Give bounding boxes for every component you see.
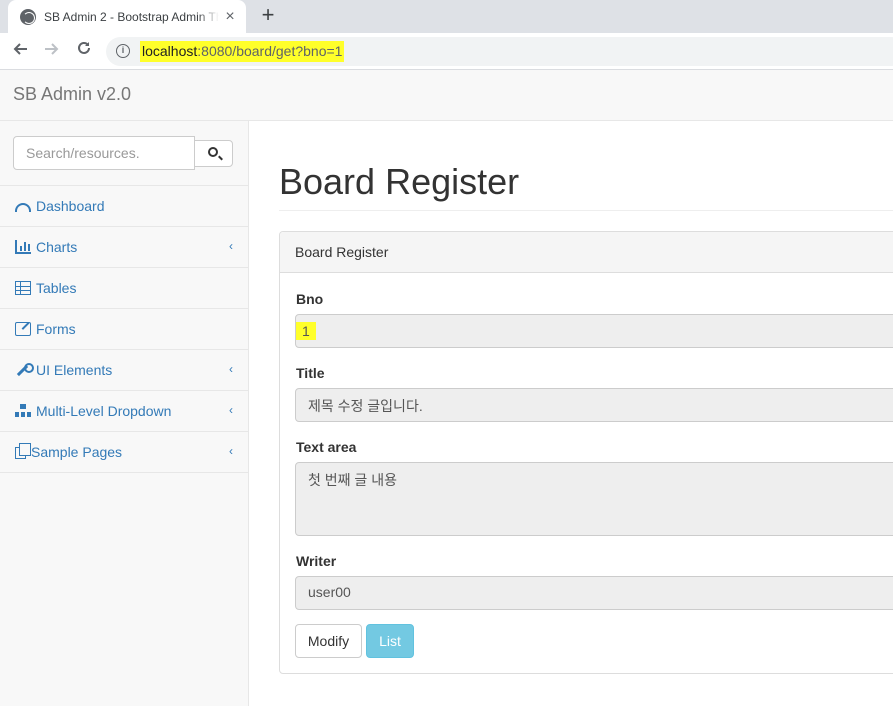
new-tab-button[interactable]: + — [257, 4, 279, 27]
sidebar-item-charts[interactable]: Charts ‹ — [0, 227, 248, 268]
info-icon[interactable]: i — [116, 44, 130, 58]
sitemap-icon — [15, 404, 31, 418]
chevron-left-icon: ‹ — [229, 239, 233, 253]
page-title: Board Register — [279, 161, 520, 202]
back-arrow-icon[interactable] — [8, 39, 32, 63]
sidebar-item-multi-level-dropdown[interactable]: Multi-Level Dropdown ‹ — [0, 391, 248, 432]
dashboard-icon — [15, 202, 31, 212]
files-icon — [15, 443, 31, 459]
bar-chart-icon — [15, 240, 31, 254]
sidebar-item-label: UI Elements — [36, 362, 113, 378]
sidebar: Dashboard Charts ‹ Tables Forms UI Eleme… — [0, 121, 249, 706]
address-bar[interactable]: i localhost:8080/board/get?bno=1 — [106, 37, 893, 66]
bno-field[interactable]: 1 — [295, 314, 893, 348]
writer-label: Writer — [296, 553, 337, 569]
browser-tab-strip: SB Admin 2 - Bootstrap Admin Theme × + — [0, 0, 893, 33]
url-text[interactable]: localhost:8080/board/get?bno=1 — [140, 41, 345, 62]
sidebar-item-tables[interactable]: Tables — [0, 268, 248, 309]
globe-icon — [20, 8, 36, 25]
sidebar-search — [0, 121, 248, 186]
panel-heading: Board Register — [280, 232, 893, 273]
sidebar-item-dashboard[interactable]: Dashboard — [0, 186, 248, 227]
sidebar-item-sample-pages[interactable]: Sample Pages ‹ — [0, 432, 248, 473]
edit-icon — [15, 322, 31, 336]
search-button[interactable] — [194, 140, 233, 167]
app-navbar: SB Admin v2.0 — [0, 70, 893, 121]
chevron-left-icon: ‹ — [229, 362, 233, 376]
browser-toolbar: i localhost:8080/board/get?bno=1 — [0, 33, 893, 70]
browser-tab[interactable]: SB Admin 2 - Bootstrap Admin Theme × — [8, 0, 246, 33]
title-field[interactable]: 제목 수정 글입니다. — [295, 388, 893, 422]
board-panel: Board Register Bno 1 Title 제목 수정 글입니다. T… — [279, 231, 893, 674]
sidebar-item-label: Dashboard — [36, 198, 105, 214]
bno-value: 1 — [296, 322, 316, 340]
chevron-left-icon: ‹ — [229, 444, 233, 458]
content-textarea[interactable]: 첫 번째 글 내용 — [295, 462, 893, 536]
bno-label: Bno — [296, 291, 324, 307]
close-tab-icon[interactable]: × — [222, 8, 238, 25]
chevron-left-icon: ‹ — [229, 403, 233, 417]
title-label: Title — [296, 365, 325, 381]
search-input[interactable] — [13, 136, 195, 170]
tab-title: SB Admin 2 - Bootstrap Admin Theme — [44, 9, 219, 24]
brand-link[interactable]: SB Admin v2.0 — [13, 84, 131, 105]
list-button[interactable]: List — [366, 624, 414, 658]
writer-field[interactable]: user00 — [295, 576, 893, 610]
sidebar-item-ui-elements[interactable]: UI Elements ‹ — [0, 350, 248, 391]
sidebar-item-forms[interactable]: Forms — [0, 309, 248, 350]
wrench-icon — [15, 363, 34, 377]
search-icon — [208, 147, 218, 157]
sidebar-item-label: Tables — [36, 280, 77, 296]
sidebar-item-label: Forms — [36, 321, 76, 337]
reload-icon[interactable] — [72, 39, 96, 63]
sidebar-item-label: Sample Pages — [31, 444, 123, 460]
textarea-label: Text area — [296, 439, 357, 455]
forward-arrow-icon[interactable] — [40, 39, 64, 63]
modify-button[interactable]: Modify — [295, 624, 362, 658]
table-icon — [15, 281, 31, 295]
page-header: Board Register — [279, 121, 893, 211]
sidebar-item-label: Multi-Level Dropdown — [36, 403, 172, 419]
sidebar-item-label: Charts — [36, 239, 78, 255]
